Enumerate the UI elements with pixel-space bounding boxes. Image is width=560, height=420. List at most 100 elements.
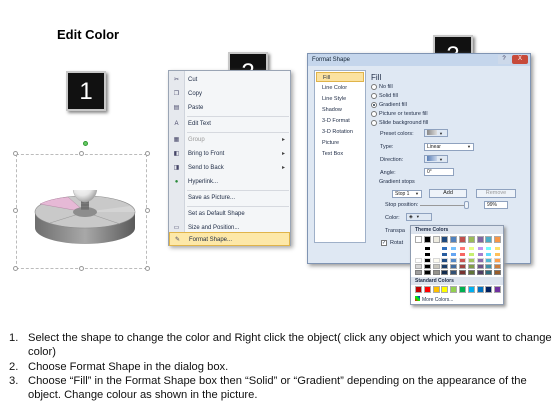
- stop-position-slider[interactable]: [420, 205, 468, 206]
- theme-color-shade-swatch[interactable]: [459, 264, 466, 269]
- theme-color-shade-swatch[interactable]: [423, 252, 431, 257]
- theme-color-shade-swatch[interactable]: [494, 264, 502, 269]
- theme-color-shade-swatch[interactable]: [423, 270, 431, 275]
- theme-color-shade-swatch[interactable]: [485, 264, 493, 269]
- theme-color-swatch[interactable]: [476, 236, 484, 243]
- rotate-handle[interactable]: [83, 141, 88, 146]
- resize-handle[interactable]: [79, 151, 84, 156]
- theme-color-shade-swatch[interactable]: [494, 258, 502, 263]
- standard-color-swatch[interactable]: [494, 286, 502, 293]
- theme-color-swatch[interactable]: [450, 236, 458, 243]
- theme-color-shade-swatch[interactable]: [423, 264, 431, 269]
- standard-color-swatch[interactable]: [441, 286, 449, 293]
- resize-handle[interactable]: [145, 151, 150, 156]
- theme-color-swatch[interactable]: [415, 236, 422, 243]
- nav-item-fill[interactable]: Fill: [316, 72, 364, 82]
- standard-color-swatch[interactable]: [432, 286, 440, 293]
- theme-color-shade-swatch[interactable]: [432, 264, 440, 269]
- theme-color-shade-swatch[interactable]: [415, 252, 422, 257]
- standard-color-swatch[interactable]: [423, 286, 431, 293]
- standard-color-swatch[interactable]: [415, 286, 422, 293]
- theme-color-shade-swatch[interactable]: [476, 252, 484, 257]
- menu-item-format-shape[interactable]: ✎ Format Shape...: [169, 232, 290, 246]
- nav-item-text-box[interactable]: Text Box: [316, 149, 364, 159]
- theme-color-shade-swatch[interactable]: [476, 264, 484, 269]
- resize-handle[interactable]: [145, 266, 150, 271]
- help-button[interactable]: ?: [498, 55, 510, 64]
- close-button[interactable]: X: [512, 55, 528, 64]
- theme-color-shade-swatch[interactable]: [450, 270, 458, 275]
- direction-dropdown[interactable]: ▼: [424, 155, 448, 163]
- standard-color-swatch[interactable]: [485, 286, 493, 293]
- nav-item-shadow[interactable]: Shadow: [316, 105, 364, 115]
- theme-color-shade-swatch[interactable]: [432, 270, 440, 275]
- theme-color-shade-swatch[interactable]: [467, 258, 475, 263]
- theme-color-shade-swatch[interactable]: [476, 270, 484, 275]
- stop-select[interactable]: Stop 1 ▼: [392, 190, 422, 198]
- theme-color-swatch[interactable]: [432, 236, 440, 243]
- menu-item-paste[interactable]: ▤ Paste: [169, 101, 290, 115]
- remove-stop-button[interactable]: Remove: [476, 189, 516, 198]
- radio-picture-fill[interactable]: Picture or texture fill: [371, 110, 428, 118]
- menu-item-hyperlink[interactable]: ● Hyperlink...: [169, 175, 290, 189]
- color-picker-button[interactable]: ◈ ▼: [406, 213, 432, 221]
- theme-color-shade-swatch[interactable]: [415, 270, 422, 275]
- stop-position-input[interactable]: 99%: [484, 201, 508, 209]
- menu-item-save-as-picture[interactable]: Save as Picture...: [169, 191, 290, 205]
- theme-color-shade-swatch[interactable]: [494, 246, 502, 251]
- theme-color-shade-swatch[interactable]: [450, 264, 458, 269]
- theme-color-shade-swatch[interactable]: [432, 246, 440, 251]
- theme-color-shade-swatch[interactable]: [485, 246, 493, 251]
- theme-color-shade-swatch[interactable]: [467, 270, 475, 275]
- theme-color-shade-swatch[interactable]: [441, 258, 449, 263]
- radio-no-fill[interactable]: No fill: [371, 83, 393, 91]
- theme-color-shade-swatch[interactable]: [441, 246, 449, 251]
- menu-item-set-default-shape[interactable]: Set as Default Shape: [169, 207, 290, 221]
- theme-color-swatch[interactable]: [441, 236, 449, 243]
- nav-item-3d-rotation[interactable]: 3-D Rotation: [316, 127, 364, 137]
- theme-color-shade-swatch[interactable]: [467, 252, 475, 257]
- nav-item-3d-format[interactable]: 3-D Format: [316, 116, 364, 126]
- resize-handle[interactable]: [13, 151, 18, 156]
- standard-color-swatch[interactable]: [476, 286, 484, 293]
- nav-item-line-color[interactable]: Line Color: [316, 83, 364, 93]
- add-stop-button[interactable]: Add: [429, 189, 467, 198]
- theme-color-shade-swatch[interactable]: [467, 246, 475, 251]
- theme-color-swatch[interactable]: [467, 236, 475, 243]
- theme-color-shade-swatch[interactable]: [485, 258, 493, 263]
- standard-color-swatch[interactable]: [450, 286, 458, 293]
- pie-shape-with-bulb[interactable]: [30, 190, 140, 250]
- resize-handle[interactable]: [79, 266, 84, 271]
- theme-color-shade-swatch[interactable]: [423, 246, 431, 251]
- theme-color-shade-swatch[interactable]: [485, 252, 493, 257]
- resize-handle[interactable]: [13, 208, 18, 213]
- nav-item-picture[interactable]: Picture: [316, 138, 364, 148]
- theme-color-shade-swatch[interactable]: [415, 246, 422, 251]
- angle-input[interactable]: 0°: [424, 168, 454, 176]
- radio-gradient-fill[interactable]: Gradient fill: [371, 101, 407, 109]
- resize-handle[interactable]: [145, 208, 150, 213]
- standard-color-swatch[interactable]: [467, 286, 475, 293]
- theme-color-shade-swatch[interactable]: [450, 258, 458, 263]
- theme-color-swatch[interactable]: [494, 236, 502, 243]
- theme-color-swatch[interactable]: [423, 236, 431, 243]
- theme-color-shade-swatch[interactable]: [450, 246, 458, 251]
- theme-color-shade-swatch[interactable]: [494, 252, 502, 257]
- theme-color-shade-swatch[interactable]: [485, 270, 493, 275]
- more-colors-link[interactable]: More Colors...: [415, 296, 453, 303]
- standard-color-swatch[interactable]: [459, 286, 466, 293]
- theme-color-shade-swatch[interactable]: [415, 258, 422, 263]
- menu-item-group[interactable]: ▦ Group ▸: [169, 133, 290, 147]
- theme-color-shade-swatch[interactable]: [494, 270, 502, 275]
- theme-color-shade-swatch[interactable]: [459, 246, 466, 251]
- theme-color-shade-swatch[interactable]: [432, 252, 440, 257]
- theme-color-shade-swatch[interactable]: [459, 258, 466, 263]
- theme-color-shade-swatch[interactable]: [423, 258, 431, 263]
- slider-thumb[interactable]: [464, 201, 469, 209]
- nav-item-line-style[interactable]: Line Style: [316, 94, 364, 104]
- theme-color-shade-swatch[interactable]: [459, 270, 466, 275]
- theme-color-swatch[interactable]: [485, 236, 493, 243]
- theme-color-shade-swatch[interactable]: [467, 264, 475, 269]
- theme-color-swatch[interactable]: [459, 236, 466, 243]
- menu-item-edit-text[interactable]: A Edit Text: [169, 117, 290, 131]
